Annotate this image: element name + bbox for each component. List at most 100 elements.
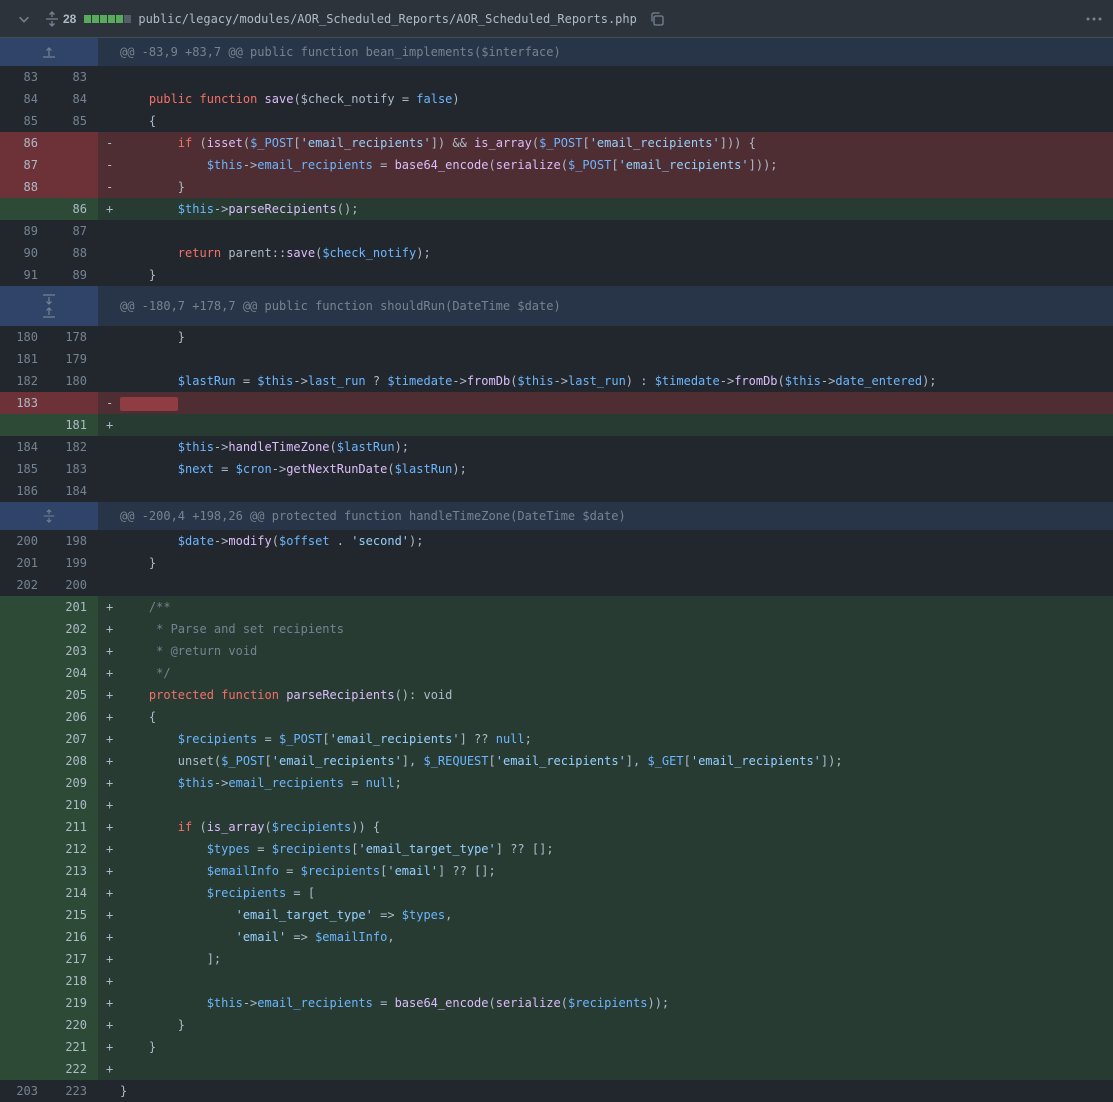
new-line-number[interactable]: 208: [49, 750, 98, 772]
new-line-number[interactable]: 179: [49, 348, 98, 370]
new-line-number[interactable]: 200: [49, 574, 98, 596]
new-line-number[interactable]: 219: [49, 992, 98, 1014]
old-line-number[interactable]: 186: [0, 480, 49, 502]
old-line-number[interactable]: [0, 728, 49, 750]
new-line-number[interactable]: 205: [49, 684, 98, 706]
old-line-number[interactable]: 203: [0, 1080, 49, 1102]
old-line-number[interactable]: [0, 816, 49, 838]
new-line-number[interactable]: 198: [49, 530, 98, 552]
old-line-number[interactable]: [0, 772, 49, 794]
old-line-number[interactable]: [0, 926, 49, 948]
new-line-number[interactable]: 84: [49, 88, 98, 110]
old-line-number[interactable]: [0, 1058, 49, 1080]
old-line-number[interactable]: [0, 970, 49, 992]
new-line-number[interactable]: 217: [49, 948, 98, 970]
new-line-number[interactable]: 221: [49, 1036, 98, 1058]
old-line-number[interactable]: 180: [0, 326, 49, 348]
new-line-number[interactable]: 206: [49, 706, 98, 728]
new-line-number[interactable]: 181: [49, 414, 98, 436]
old-line-number[interactable]: [0, 414, 49, 436]
new-line-number[interactable]: 85: [49, 110, 98, 132]
new-line-number[interactable]: 201: [49, 596, 98, 618]
new-line-number[interactable]: 184: [49, 480, 98, 502]
old-line-number[interactable]: [0, 618, 49, 640]
copy-icon[interactable]: [649, 11, 665, 27]
diff-line-added: 222 +: [0, 1058, 1113, 1080]
old-line-number[interactable]: [0, 1036, 49, 1058]
old-line-number[interactable]: 185: [0, 458, 49, 480]
expand-both-button[interactable]: [0, 286, 98, 326]
old-line-number[interactable]: [0, 794, 49, 816]
old-line-number[interactable]: 89: [0, 220, 49, 242]
new-line-number[interactable]: [49, 392, 98, 414]
old-line-number[interactable]: [0, 1014, 49, 1036]
new-line-number[interactable]: 215: [49, 904, 98, 926]
diff-sign: +: [106, 996, 114, 1010]
old-line-number[interactable]: 184: [0, 436, 49, 458]
old-line-number[interactable]: [0, 706, 49, 728]
old-line-number[interactable]: [0, 640, 49, 662]
new-line-number[interactable]: 83: [49, 66, 98, 88]
new-line-number[interactable]: 202: [49, 618, 98, 640]
new-line-number[interactable]: 89: [49, 264, 98, 286]
old-line-number[interactable]: [0, 684, 49, 706]
file-path[interactable]: public/legacy/modules/AOR_Scheduled_Repo…: [138, 12, 637, 26]
chevron-down-icon[interactable]: [14, 9, 34, 29]
old-line-number[interactable]: [0, 882, 49, 904]
expand-both-button[interactable]: [0, 502, 98, 530]
old-line-number[interactable]: 201: [0, 552, 49, 574]
new-line-number[interactable]: 87: [49, 220, 98, 242]
new-line-number[interactable]: [49, 132, 98, 154]
new-line-number[interactable]: 222: [49, 1058, 98, 1080]
old-line-number[interactable]: [0, 860, 49, 882]
new-line-number[interactable]: 218: [49, 970, 98, 992]
old-line-number[interactable]: [0, 662, 49, 684]
new-line-number[interactable]: 223: [49, 1080, 98, 1102]
old-line-number[interactable]: 183: [0, 392, 49, 414]
diff-sign: +: [106, 930, 114, 944]
new-line-number[interactable]: 212: [49, 838, 98, 860]
new-line-number[interactable]: 204: [49, 662, 98, 684]
old-line-number[interactable]: 200: [0, 530, 49, 552]
new-line-number[interactable]: [49, 176, 98, 198]
old-line-number[interactable]: [0, 750, 49, 772]
expand-all-icon[interactable]: [44, 10, 60, 27]
new-line-number[interactable]: 199: [49, 552, 98, 574]
new-line-number[interactable]: 178: [49, 326, 98, 348]
old-line-number[interactable]: 91: [0, 264, 49, 286]
new-line-number[interactable]: 182: [49, 436, 98, 458]
new-line-number[interactable]: 210: [49, 794, 98, 816]
old-line-number[interactable]: 86: [0, 132, 49, 154]
old-line-number[interactable]: 181: [0, 348, 49, 370]
new-line-number[interactable]: 203: [49, 640, 98, 662]
diff-sign: +: [106, 776, 114, 790]
old-line-number[interactable]: 202: [0, 574, 49, 596]
new-line-number[interactable]: 209: [49, 772, 98, 794]
old-line-number[interactable]: 84: [0, 88, 49, 110]
old-line-number[interactable]: 90: [0, 242, 49, 264]
new-line-number[interactable]: 216: [49, 926, 98, 948]
new-line-number[interactable]: 86: [49, 198, 98, 220]
old-line-number[interactable]: [0, 596, 49, 618]
new-line-number[interactable]: 183: [49, 458, 98, 480]
old-line-number[interactable]: [0, 948, 49, 970]
old-line-number[interactable]: [0, 838, 49, 860]
new-line-number[interactable]: [49, 154, 98, 176]
new-line-number[interactable]: 220: [49, 1014, 98, 1036]
old-line-number[interactable]: [0, 198, 49, 220]
old-line-number[interactable]: 88: [0, 176, 49, 198]
old-line-number[interactable]: 85: [0, 110, 49, 132]
more-options-icon[interactable]: [1085, 11, 1103, 27]
old-line-number[interactable]: 87: [0, 154, 49, 176]
old-line-number[interactable]: 83: [0, 66, 49, 88]
old-line-number[interactable]: [0, 904, 49, 926]
new-line-number[interactable]: 213: [49, 860, 98, 882]
new-line-number[interactable]: 88: [49, 242, 98, 264]
new-line-number[interactable]: 211: [49, 816, 98, 838]
expand-up-button[interactable]: [0, 38, 98, 66]
new-line-number[interactable]: 214: [49, 882, 98, 904]
old-line-number[interactable]: 182: [0, 370, 49, 392]
new-line-number[interactable]: 207: [49, 728, 98, 750]
old-line-number[interactable]: [0, 992, 49, 1014]
new-line-number[interactable]: 180: [49, 370, 98, 392]
